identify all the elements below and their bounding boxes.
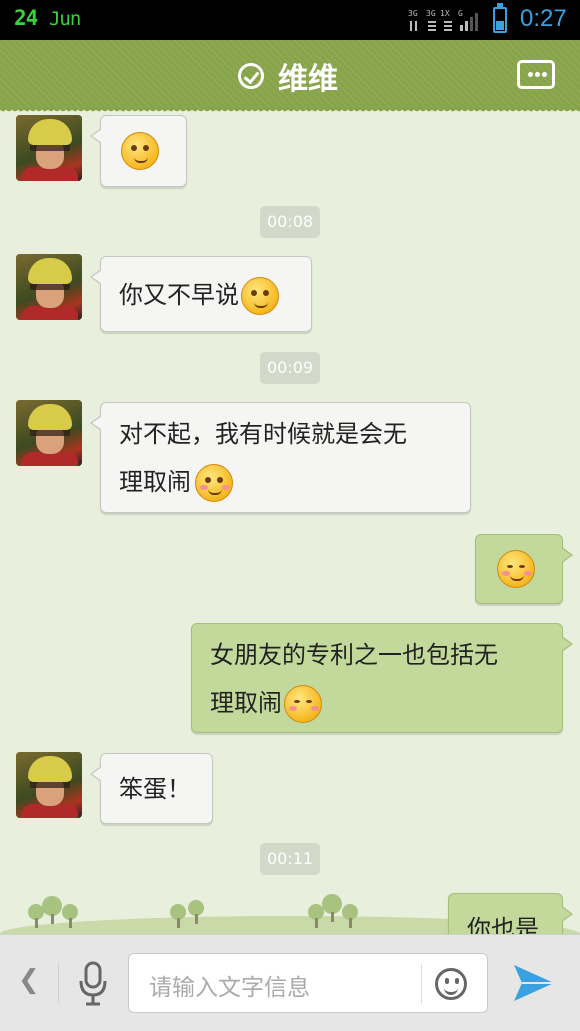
divider — [58, 963, 59, 1003]
message-bubble-other[interactable]: 笨蛋！ — [90, 753, 213, 824]
message-input-placeholder: 请输入文字信息 — [149, 975, 310, 1001]
nervous-emoji-icon — [121, 132, 159, 170]
svg-text:G: G — [458, 9, 463, 18]
svg-text:1X: 1X — [440, 9, 450, 18]
hammer-emoji-icon — [241, 277, 279, 315]
message-bubble-self[interactable] — [475, 534, 573, 604]
more-options-icon[interactable] — [517, 60, 555, 89]
svg-text:3G: 3G — [408, 9, 418, 18]
message-bubble-self[interactable]: 女朋友的专利之一也包括无 理取闹 — [191, 623, 573, 733]
message-timestamp: 00:08 — [260, 206, 320, 238]
chat-header: 维维 — [0, 40, 580, 114]
message-timestamp: 00:09 — [260, 352, 320, 384]
message-bubble-other[interactable]: 你又不早说 — [90, 256, 312, 332]
contact-avatar[interactable] — [16, 752, 82, 818]
status-bar: 24 Jun 3G 3G 1X G 0:27 — [0, 0, 580, 40]
emoji-picker-icon[interactable] — [435, 968, 467, 1000]
microphone-icon[interactable] — [78, 961, 108, 1007]
battery-icon — [493, 3, 507, 33]
kiss-emoji-icon — [284, 685, 322, 723]
check-circle-icon — [238, 63, 264, 89]
message-bubble-other[interactable] — [90, 115, 187, 187]
message-text: 对不起，我有时候就是会无 — [119, 420, 407, 448]
status-date: 24 Jun — [14, 6, 81, 30]
shy-emoji-icon — [195, 464, 233, 502]
contact-avatar[interactable] — [16, 254, 82, 320]
contact-avatar[interactable] — [16, 115, 82, 181]
message-text: 女朋友的专利之一也包括无 — [210, 641, 498, 669]
contact-avatar[interactable] — [16, 400, 82, 466]
message-text-line2: 理取闹 — [119, 468, 191, 496]
send-icon[interactable] — [512, 961, 556, 1005]
message-text: 笨蛋！ — [119, 775, 191, 803]
message-text-line2: 理取闹 — [210, 689, 282, 717]
svg-text:3G: 3G — [426, 9, 436, 18]
status-time: 0:27 — [520, 5, 567, 32]
message-input[interactable]: 请输入文字信息 — [128, 953, 488, 1013]
message-timestamp: 00:11 — [260, 843, 320, 875]
message-bubble-other[interactable]: 对不起，我有时候就是会无 理取闹 — [90, 402, 471, 513]
input-bar: ❮ 请输入文字信息 — [0, 934, 580, 1031]
divider — [421, 964, 422, 1004]
chat-title: 维维 — [278, 62, 338, 97]
signal-icon: 3G 3G 1X G — [408, 9, 478, 31]
smile-emoji-icon — [497, 550, 535, 588]
chevron-left-icon[interactable]: ❮ — [18, 965, 40, 995]
status-date-day: 24 — [14, 6, 38, 30]
status-date-month: Jun — [48, 8, 81, 30]
message-text: 你又不早说 — [119, 281, 239, 309]
